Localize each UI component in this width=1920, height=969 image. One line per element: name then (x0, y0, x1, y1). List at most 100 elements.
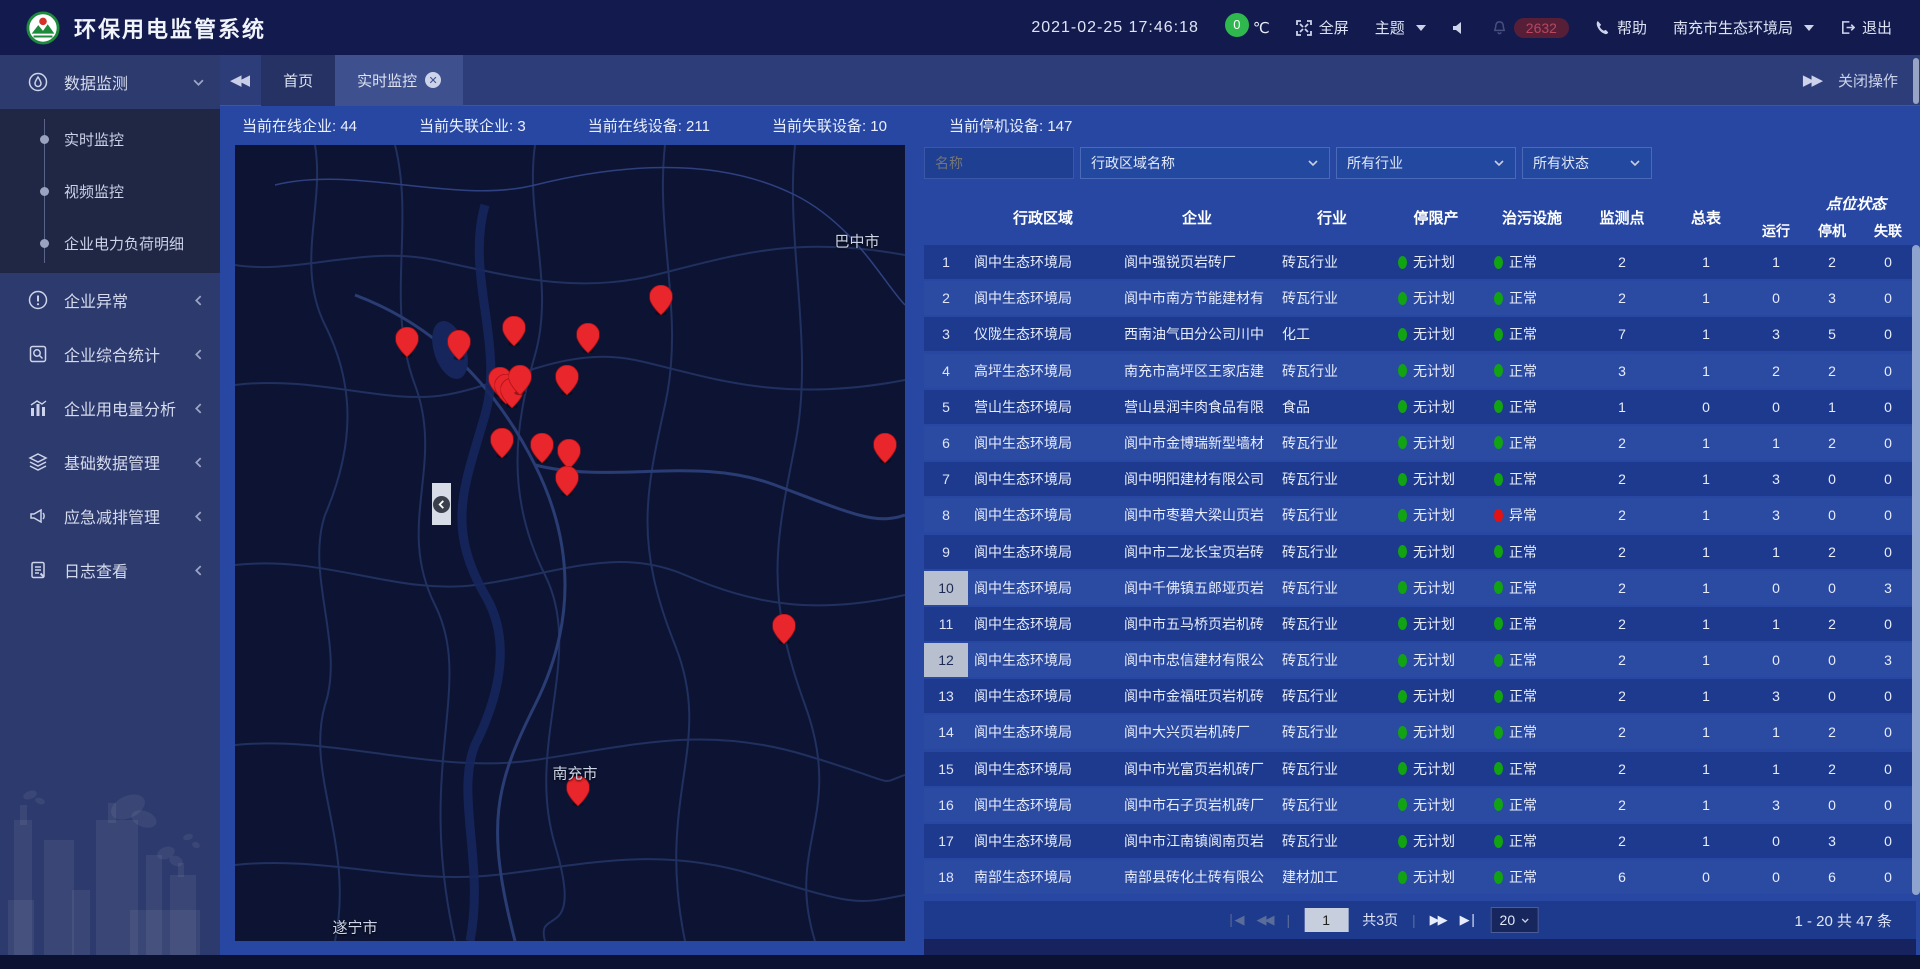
cell-run: 1 (1748, 616, 1804, 632)
first-page-button[interactable]: ❘◀ (1226, 912, 1243, 928)
table-row[interactable]: 9阆中生态环境局阆中市二龙长宝页岩砖砖瓦行业无计划正常21120 (924, 535, 1916, 569)
stop-plan-label: 无计划 (1413, 324, 1455, 344)
sidebar-item-log-view[interactable]: 日志查看 (0, 543, 220, 597)
table-row[interactable]: 11阆中生态环境局阆中市五马桥页岩机砖砖瓦行业无计划正常21120 (924, 607, 1916, 641)
cell-facility-status: 正常 (1484, 686, 1580, 706)
cell-industry: 砖瓦行业 (1276, 361, 1388, 381)
map-pin[interactable] (556, 365, 579, 396)
sidebar-item-video-monitoring[interactable]: 视频监控 (0, 165, 220, 217)
table-row[interactable]: 1阆中生态环境局阆中强锐页岩砖厂砖瓦行业无计划正常21120 (924, 245, 1916, 279)
close-operations-button[interactable]: 关闭操作 (1838, 70, 1898, 91)
next-page-button[interactable]: ▶▶ (1430, 912, 1446, 928)
table-row[interactable]: 5营山生态环境局营山县润丰肉食品有限食品无计划正常10010 (924, 390, 1916, 424)
sidebar-item-power-load-detail[interactable]: 企业电力负荷明细 (0, 217, 220, 269)
temperature-value: 0 (1225, 13, 1249, 37)
submenu-dot-icon (40, 187, 49, 196)
map-pin[interactable] (874, 433, 897, 464)
table-row[interactable]: 4高坪生态环境局南充市高坪区王家店建砖瓦行业无计划正常31220 (924, 354, 1916, 388)
map-pin[interactable] (531, 433, 554, 464)
name-filter-input[interactable] (924, 147, 1074, 179)
cell-monitor: 2 (1580, 761, 1664, 777)
last-page-button[interactable]: ▶❘ (1460, 912, 1477, 928)
map-pin[interactable] (556, 466, 579, 497)
status-filter-select[interactable]: 所有状态 (1522, 147, 1652, 179)
help-button[interactable]: 帮助 (1595, 17, 1647, 38)
cell-total: 1 (1664, 544, 1748, 560)
cell-monitor: 7 (1580, 326, 1664, 342)
stat-当前失联设备: 当前失联设备: 10 (772, 115, 887, 136)
table-row[interactable]: 12阆中生态环境局阆中市忠信建材有限公砖瓦行业无计划正常21003 (924, 643, 1916, 677)
cell-index: 10 (924, 571, 968, 605)
cell-run: 3 (1748, 471, 1804, 487)
record-range-label: 1 - 20 共 47 条 (1794, 910, 1916, 931)
page-size-select[interactable]: 20 (1491, 907, 1540, 933)
table-row[interactable]: 15阆中生态环境局阆中市光富页岩机砖厂砖瓦行业无计划正常21120 (924, 752, 1916, 786)
map-pin[interactable] (491, 428, 514, 459)
tab-实时监控[interactable]: 实时监控✕ (335, 55, 463, 106)
sidebar-item-realtime-monitoring[interactable]: 实时监控 (0, 113, 220, 165)
sidebar-item-enterprise-statistics[interactable]: 企业综合统计 (0, 327, 220, 381)
table-row[interactable]: 16阆中生态环境局阆中市石子页岩机砖厂砖瓦行业无计划正常21300 (924, 788, 1916, 822)
theme-button[interactable]: 主题 (1375, 17, 1426, 38)
green-dot-icon (1494, 762, 1503, 775)
map-collapse-handle[interactable] (432, 483, 451, 525)
table-row[interactable]: 3仪陇生态环境局西南油气田分公司川中化工无计划正常71350 (924, 317, 1916, 351)
map-pin[interactable] (448, 330, 471, 361)
industry-filter-select[interactable]: 所有行业 (1336, 147, 1516, 179)
table-row[interactable]: 8阆中生态环境局阆中市枣碧大梁山页岩砖瓦行业无计划异常21300 (924, 498, 1916, 532)
cell-run: 3 (1748, 507, 1804, 523)
header-失联: 失联 (1860, 221, 1916, 241)
page-number-input[interactable] (1304, 908, 1348, 932)
header-运行: 运行 (1748, 221, 1804, 241)
region-filter-select[interactable]: 行政区域名称 (1080, 147, 1330, 179)
table-row[interactable]: 2阆中生态环境局阆中市南方节能建材有砖瓦行业无计划正常21030 (924, 281, 1916, 315)
green-dot-icon (1494, 690, 1503, 703)
sidebar-item-enterprise-abnormal[interactable]: 企业异常 (0, 273, 220, 327)
sidebar-item-emergency-reduction[interactable]: 应急减排管理 (0, 489, 220, 543)
map-pin[interactable] (503, 316, 526, 347)
tabs-scroll-right-icon[interactable]: ▶▶ (1803, 71, 1820, 89)
notification-badge-wrap[interactable]: 2632 (1492, 18, 1569, 38)
logout-button[interactable]: 退出 (1840, 17, 1892, 38)
cell-facility-status: 正常 (1484, 433, 1580, 453)
map-pin[interactable] (396, 327, 419, 358)
table-row[interactable]: 18南部生态环境局南部县砖化土砖有限公建材加工无计划正常60060 (924, 860, 1916, 894)
cell-stop: 3 (1804, 833, 1860, 849)
tab-close-icon[interactable]: ✕ (425, 72, 441, 88)
map-panel[interactable]: 巴中市南充市遂宁市 (235, 145, 905, 941)
map-roads (235, 145, 905, 941)
fullscreen-button[interactable]: 全屏 (1296, 17, 1349, 38)
table-scrollbar[interactable] (1912, 245, 1920, 895)
table-row[interactable]: 14阆中生态环境局阆中大兴页岩机砖厂砖瓦行业无计划正常21120 (924, 715, 1916, 749)
sidebar: 数据监测实时监控视频监控企业电力负荷明细企业异常企业综合统计企业用电量分析基础数… (0, 55, 220, 955)
cell-industry: 砖瓦行业 (1276, 505, 1388, 525)
theme-label: 主题 (1375, 17, 1405, 38)
green-dot-icon (1398, 835, 1407, 848)
sidebar-item-data-monitoring[interactable]: 数据监测 (0, 55, 220, 109)
cell-region: 阆中生态环境局 (968, 722, 1118, 742)
table-row[interactable]: 7阆中生态环境局阆中明阳建材有限公司砖瓦行业无计划正常21300 (924, 462, 1916, 496)
map-pin[interactable] (577, 323, 600, 354)
cell-monitor: 2 (1580, 290, 1664, 306)
mute-button[interactable] (1452, 21, 1466, 35)
tabs-scroll-left-icon[interactable]: ◀◀ (230, 71, 247, 89)
cell-company: 阆中市枣碧大梁山页岩 (1118, 505, 1276, 525)
table-row[interactable]: 17阆中生态环境局阆中市江南镇阆南页岩砖瓦行业无计划正常21030 (924, 824, 1916, 858)
sidebar-item-label: 企业综合统计 (64, 342, 160, 366)
table-row[interactable]: 10阆中生态环境局阆中千佛镇五郎垭页岩砖瓦行业无计划正常21003 (924, 571, 1916, 605)
map-pin[interactable] (650, 285, 673, 316)
org-menu[interactable]: 南充市生态环境局 (1673, 17, 1814, 38)
sidebar-item-basic-data-management[interactable]: 基础数据管理 (0, 435, 220, 489)
map-pin[interactable] (773, 614, 796, 645)
cell-index: 1 (924, 245, 968, 279)
page-scrollbar-thumb[interactable] (1913, 58, 1919, 104)
sidebar-item-power-usage-analysis[interactable]: 企业用电量分析 (0, 381, 220, 435)
map-pin[interactable] (509, 365, 532, 396)
table-row[interactable]: 13阆中生态环境局阆中市金福旺页岩机砖砖瓦行业无计划正常21300 (924, 679, 1916, 713)
prev-page-button[interactable]: ◀◀ (1257, 912, 1273, 928)
header-group-point-status: 点位状态 (1826, 193, 1886, 214)
temperature-unit: ℃ (1253, 19, 1270, 37)
cell-lost: 0 (1860, 254, 1916, 270)
table-row[interactable]: 6阆中生态环境局阆中市金博瑞新型墙材砖瓦行业无计划正常21120 (924, 426, 1916, 460)
tab-首页[interactable]: 首页 (261, 55, 335, 106)
